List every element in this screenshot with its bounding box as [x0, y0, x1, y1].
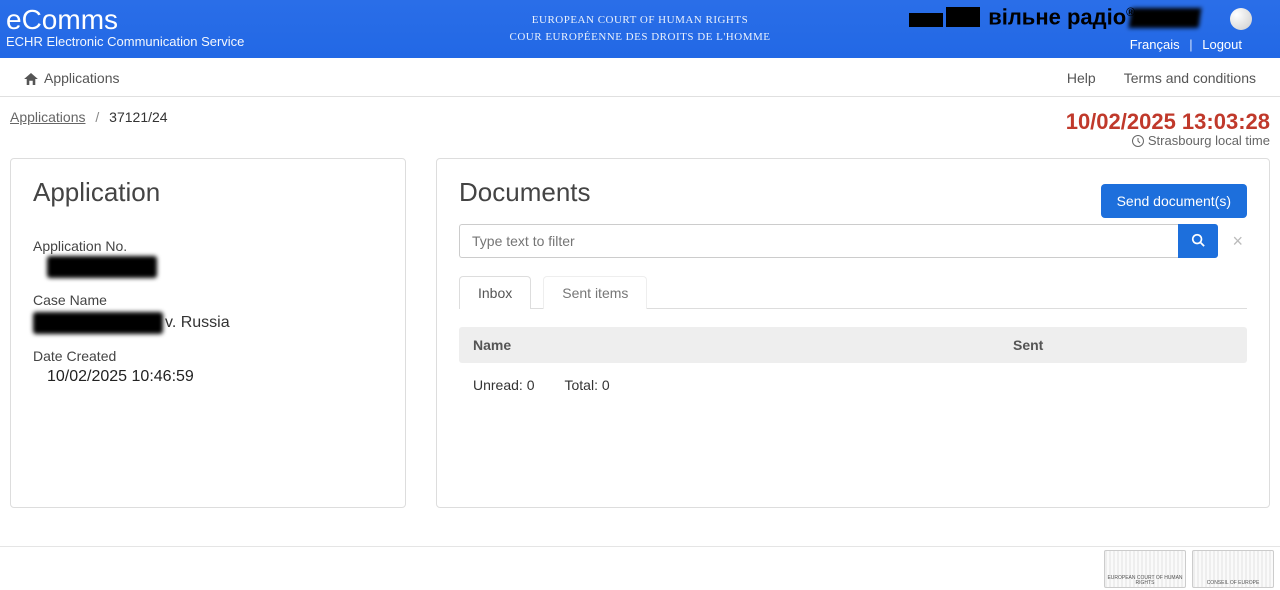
- footer-logo-echr: EUROPEAN COURT OF HUMAN RIGHTS: [1104, 550, 1186, 588]
- breadcrumb-root[interactable]: Applications: [10, 109, 86, 125]
- main-content: Application Application No. Case Name v.…: [0, 152, 1280, 528]
- application-panel-title: Application: [33, 177, 383, 208]
- documents-panel: Documents Send document(s) × Inbox Sent …: [436, 158, 1270, 508]
- case-name-redacted: [33, 312, 163, 334]
- documents-panel-title: Documents: [459, 177, 591, 208]
- nav-help[interactable]: Help: [1067, 70, 1096, 86]
- tab-inbox[interactable]: Inbox: [459, 276, 531, 309]
- breadcrumb-current: 37121/24: [109, 109, 167, 125]
- user-name-redacted: [1129, 8, 1202, 28]
- search-icon: [1191, 233, 1205, 250]
- breadcrumb-row: Applications / 37121/24 10/02/2025 13:03…: [0, 97, 1280, 152]
- case-label: Case Name: [33, 292, 383, 308]
- time-zone: Strasbourg local time: [1148, 133, 1270, 148]
- table-header: Name Sent: [459, 327, 1247, 363]
- clear-filter-button[interactable]: ×: [1228, 231, 1247, 252]
- th-sent: Sent: [1013, 337, 1233, 353]
- application-panel: Application Application No. Case Name v.…: [10, 158, 406, 508]
- nav-terms[interactable]: Terms and conditions: [1124, 70, 1256, 86]
- app-header: eComms ECHR Electronic Communication Ser…: [0, 0, 1280, 58]
- logout-link[interactable]: Logout: [1202, 37, 1242, 52]
- brand-subtitle: ECHR Electronic Communication Service: [6, 34, 244, 49]
- brand-block: eComms ECHR Electronic Communication Ser…: [0, 4, 244, 49]
- home-icon: [24, 72, 38, 84]
- appno-label: Application No.: [33, 238, 383, 254]
- lang-link[interactable]: Français: [1130, 37, 1180, 52]
- send-documents-button[interactable]: Send document(s): [1101, 184, 1247, 218]
- navbar: Applications Help Terms and conditions: [0, 58, 1280, 97]
- court-name: EUROPEAN COURT OF HUMAN RIGHTS COUR EURO…: [510, 12, 771, 45]
- appno-value-redacted: [47, 256, 157, 278]
- watermark-logo: вільне радіо®: [909, 6, 1135, 28]
- date-value: 10/02/2025 10:46:59: [47, 368, 383, 386]
- doc-tabs: Inbox Sent items: [459, 276, 1247, 309]
- clock-icon: [1132, 135, 1144, 147]
- breadcrumb: Applications / 37121/24: [10, 109, 168, 125]
- footer: EUROPEAN COURT OF HUMAN RIGHTS CONSEIL O…: [0, 546, 1280, 590]
- header-links: Français | Logout: [1130, 37, 1242, 52]
- filter-search-button[interactable]: [1178, 224, 1218, 258]
- watermark-icon: [909, 7, 980, 27]
- brand-title: eComms: [6, 4, 244, 36]
- th-name: Name: [473, 337, 1013, 353]
- total-count: Total: 0: [565, 377, 610, 393]
- filter-input[interactable]: [459, 224, 1178, 258]
- tab-content: Name Sent Unread: 0 Total: 0: [459, 308, 1247, 407]
- avatar[interactable]: [1230, 8, 1252, 30]
- date-label: Date Created: [33, 348, 383, 364]
- case-suffix: v. Russia: [165, 314, 230, 332]
- server-time: 10/02/2025 13:03:28 Strasbourg local tim…: [1066, 109, 1270, 148]
- nav-applications[interactable]: Applications: [44, 70, 120, 86]
- footer-logo-coe: CONSEIL OF EUROPE: [1192, 550, 1274, 588]
- counts-row: Unread: 0 Total: 0: [459, 363, 1247, 407]
- time-value: 10/02/2025 13:03:28: [1066, 109, 1270, 135]
- unread-count: Unread: 0: [473, 377, 535, 393]
- tab-sent-items[interactable]: Sent items: [543, 276, 647, 309]
